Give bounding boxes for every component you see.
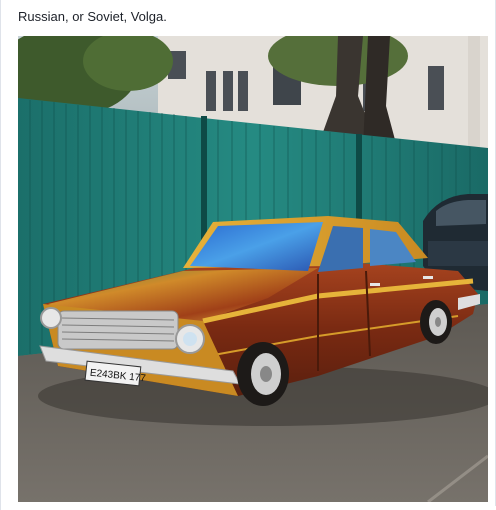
feed-post: Russian, or Soviet, Volga. E243BK 177: [0, 0, 496, 510]
post-footer-spacer: [1, 506, 496, 510]
post-caption: Russian, or Soviet, Volga.: [18, 9, 167, 24]
post-photo[interactable]: E243BK 177: [18, 36, 488, 502]
volga-car-photo: E243BK 177: [18, 36, 488, 502]
